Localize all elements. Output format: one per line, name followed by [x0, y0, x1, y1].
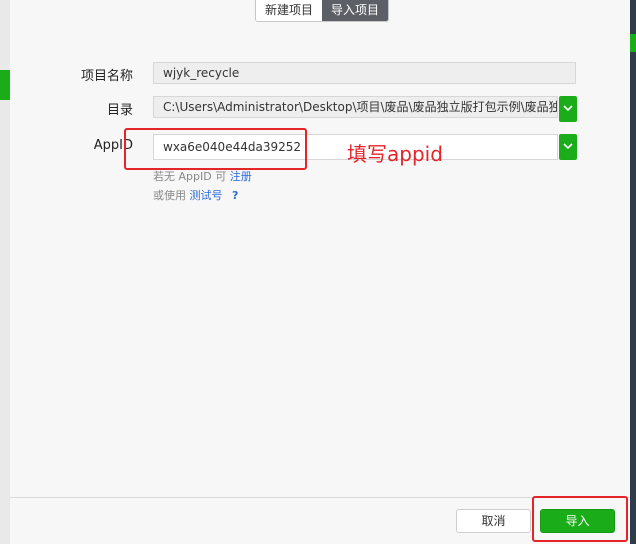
- project-name-field[interactable]: wjyk_recycle: [153, 62, 576, 84]
- appid-dropdown-button[interactable]: [559, 134, 577, 160]
- right-edge-accent: [630, 34, 636, 52]
- project-mode-tabs: 新建项目 导入项目: [255, 0, 390, 22]
- project-name-label: 项目名称: [80, 69, 133, 84]
- import-project-panel: 新建项目 导入项目 项目名称 wjyk_recycle 目录 C:\Users\…: [10, 0, 630, 544]
- test-account-hint: 或使用 测试号 ?: [153, 187, 238, 203]
- annotation-fill-appid: 填写appid: [347, 142, 443, 166]
- directory-label: 目录: [106, 103, 133, 118]
- tab-new-project[interactable]: 新建项目: [256, 0, 323, 21]
- register-link[interactable]: 注册: [230, 170, 252, 183]
- tab-import-project[interactable]: 导入项目: [322, 0, 389, 21]
- import-project-window: 新建项目 导入项目 项目名称 wjyk_recycle 目录 C:\Users\…: [0, 0, 636, 544]
- cancel-button[interactable]: 取消: [456, 509, 531, 533]
- left-sidebar-active-indicator: [0, 70, 10, 100]
- test-account-link[interactable]: 测试号: [190, 189, 223, 202]
- appid-register-hint: 若无 AppID 可 注册: [153, 168, 252, 184]
- appid-highlight-box: [124, 128, 307, 170]
- chevron-down-icon: [563, 143, 573, 150]
- chevron-down-icon: [563, 105, 573, 112]
- directory-dropdown-button[interactable]: [559, 96, 577, 122]
- test-account-hint-text: 或使用: [153, 189, 186, 202]
- appid-register-hint-text: 若无 AppID 可: [153, 170, 227, 183]
- question-icon[interactable]: ?: [232, 189, 238, 202]
- right-edge-strip: [630, 0, 636, 544]
- directory-field[interactable]: C:\Users\Administrator\Desktop\项目\废品\废品独…: [153, 96, 558, 118]
- import-highlight-box: [532, 496, 628, 542]
